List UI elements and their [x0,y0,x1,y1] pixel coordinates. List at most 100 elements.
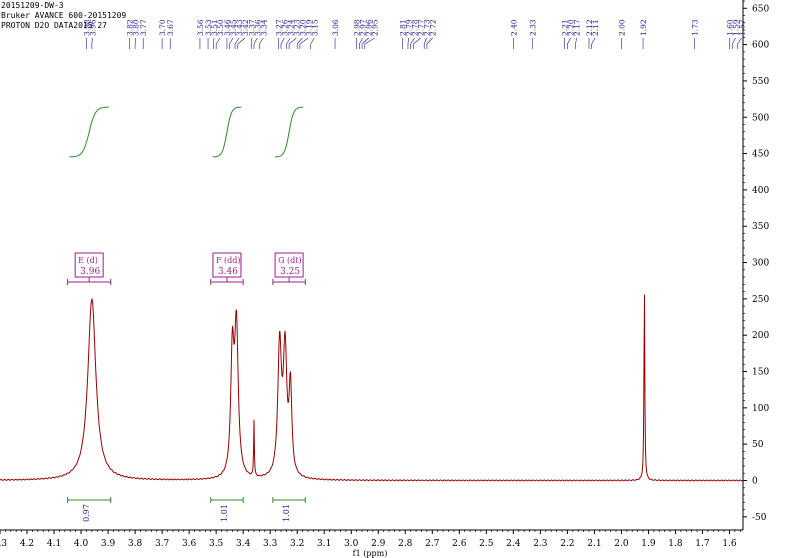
peak-label-connector [310,37,315,45]
x-tick-label: 2.5 [479,539,494,549]
peak-label-connector [567,37,571,45]
peak-label-connector [359,37,363,45]
peak-label: 2.17 [573,19,582,36]
peak-label-connector [288,37,297,45]
y-tick-label: 400 [752,186,769,196]
peak-label-connector [410,37,415,45]
peak-label-connector [229,37,234,45]
x-tick-label: 1.6 [722,539,737,549]
spectrum-line [0,294,744,482]
x-tick-label: 2.4 [506,539,521,549]
multiplet-shift: 3.46 [218,267,238,277]
peak-label: 3.06 [331,19,340,36]
peak-label: 2.40 [509,19,518,36]
multiplet-label: E (d) [78,256,98,265]
x-tick-label: 2.7 [425,539,440,549]
peak-label: 1.73 [690,19,699,36]
peak-label: 3.67 [166,19,175,36]
x-tick-label: 2.2 [560,539,574,549]
peak-label: 2.72 [429,19,438,36]
peak-label-connector [215,37,221,45]
x-tick-label: 4.3 [0,539,7,549]
peak-label-connector [731,37,736,45]
x-tick-label: 4.1 [47,539,61,549]
integral-curve [274,106,304,158]
multiplet-shift: 3.96 [80,267,100,277]
peak-label-connector [407,37,409,45]
y-tick-label: -50 [752,513,767,523]
peak-label-connector [737,37,742,45]
peak-label-connector [591,37,596,45]
x-tick-label: 1.9 [641,539,656,549]
y-tick-label: 200 [752,331,769,341]
x-tick-label: 3.5 [209,539,224,549]
nmr-spectrum-chart: -50 0 50 100 150 200 250 300 350 400 450 500 550 600 6… [0,0,769,558]
peak-label-connector [91,37,93,45]
integral-curve [69,106,109,158]
peak-label: 1.57 [737,19,746,36]
y-tick-label: 500 [752,113,769,123]
peak-label: 2.00 [617,19,626,36]
x-tick-label: 2.0 [614,539,629,549]
y-tick-label: 150 [752,368,769,378]
y-tick-label: 0 [752,477,758,487]
peak-label-connector [413,37,421,45]
x-axis-label: f1 (ppm) [353,549,388,558]
peak-label: 2.33 [528,19,537,36]
peak-label-connector [364,37,375,45]
y-tick-label: 250 [752,295,769,305]
x-tick-label: 4.2 [20,539,34,549]
x-tick-label: 3.8 [128,539,143,549]
multiplet-label: G (dt) [278,256,302,265]
multiplet-label: F (dd) [216,256,241,265]
y-tick-label: 100 [752,404,769,414]
y-tick-label: 350 [752,222,769,232]
peak-label: 3.15 [310,19,319,36]
peak-label: 3.77 [139,19,148,36]
peak-label-connector [286,37,291,45]
peak-label: 1.92 [639,19,648,36]
y-tick-label: 450 [752,150,769,160]
x-tick-label: 4.0 [74,539,89,549]
y-tick-label: 50 [752,440,764,450]
x-tick-label: 2.3 [533,539,548,549]
x-tick-label: 2.6 [452,539,467,549]
integral-value: 1.01 [220,504,229,522]
x-tick-label: 3.7 [155,539,170,549]
peak-label-connector [253,37,258,45]
peak-label-connector [361,37,369,45]
integral-curve [212,106,242,158]
y-tick-label: 650 [752,4,769,14]
peak-label: 3.34 [259,19,268,36]
x-tick-label: 3.6 [182,539,197,549]
integral-value: 1.01 [282,504,291,522]
x-tick-label: 1.8 [668,539,683,549]
multiplet-shift: 3.25 [280,267,300,277]
peak-label-connector [423,37,427,45]
peak-label-connector [575,37,577,45]
peak-label-connector [259,37,264,45]
x-tick-label: 3.4 [236,539,251,549]
integral-value: 0.97 [82,504,91,522]
peak-label-connector [213,37,215,45]
peak-label-connector [237,37,246,45]
y-tick-label: 550 [752,77,769,87]
x-tick-label: 3.1 [317,539,331,549]
x-tick-label: 1.7 [695,539,710,549]
x-tick-label: 3.0 [344,539,359,549]
x-tick-label: 3.2 [290,539,304,549]
peak-label-connector [280,37,285,45]
peak-label-connector [426,37,433,45]
peak-label: 3.96 [88,19,97,36]
x-tick-label: 2.8 [398,539,413,549]
x-tick-label: 3.9 [101,539,116,549]
peak-label-connector [234,37,240,45]
x-tick-label: 2.1 [587,539,601,549]
x-tick-label: 3.3 [263,539,278,549]
peak-label-connector [134,37,136,45]
peak-label: 2.95 [371,19,380,36]
y-tick-label: 300 [752,259,769,269]
peak-label: 2.11 [591,19,600,36]
x-tick-label: 2.9 [371,539,386,549]
y-tick-label: 600 [752,41,769,51]
